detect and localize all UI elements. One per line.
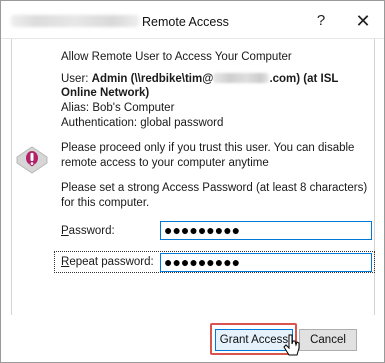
repeat-label-text: epeat password: [69, 256, 154, 268]
user-line: User: Admin (\\redbike\tim@ .com) (at ISL [61, 73, 338, 85]
password-label-mnemonic: P [61, 225, 69, 237]
repeat-password-field[interactable]: ●●●●●●●●● [160, 253, 372, 272]
user-prefix: User: [61, 73, 92, 85]
warning-exclamation-icon [16, 146, 48, 174]
user-name-line2: Online Network) [61, 87, 150, 99]
remote-access-dialog: Remote Access ? ✕ Allow Remote User to A… [0, 0, 385, 363]
repeat-password-label: Repeat password: [61, 256, 154, 268]
trust-message: Please proceed only if you trust this us… [61, 142, 355, 169]
help-button[interactable]: ? [307, 9, 335, 33]
user-name-part1: Admin (\\redbike\tim@ [91, 73, 214, 85]
authentication-text: Authentication: global password [61, 117, 224, 129]
title-bar: Remote Access ? ✕ [1, 1, 384, 39]
cancel-button[interactable]: Cancel [299, 329, 357, 351]
user-name-part2: .com) (at ISL [269, 73, 339, 85]
window-title: Remote Access [142, 15, 229, 29]
user-line-2: Online Network) [61, 87, 149, 99]
redacted-email [213, 73, 270, 83]
close-button[interactable]: ✕ [349, 9, 377, 33]
alias-text: Alias: Bob's Computer [61, 102, 175, 114]
password-label: Password: [61, 225, 115, 237]
password-field[interactable]: ●●●●●●●●● [160, 221, 372, 240]
mouse-pointer-icon [283, 334, 300, 356]
prompt-text: Allow Remote User to Access Your Compute… [61, 51, 292, 63]
grant-access-button[interactable]: Grant Access [215, 329, 293, 351]
redacted-app-name [11, 15, 139, 27]
password-instruction: Please set a strong Access Password (at … [61, 182, 368, 209]
password-label-text: assword: [68, 225, 115, 237]
